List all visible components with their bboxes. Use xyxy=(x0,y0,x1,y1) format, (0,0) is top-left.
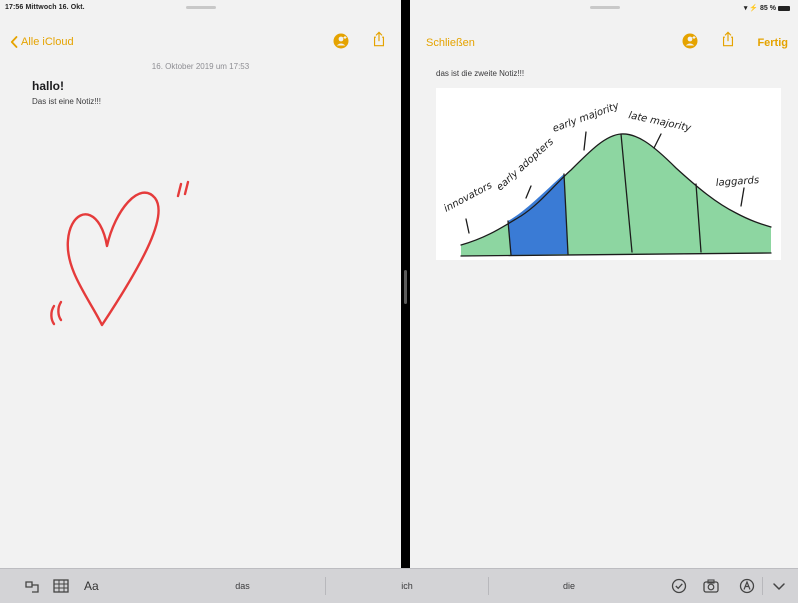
label-early-majority: early majority xyxy=(551,100,621,135)
add-person-icon[interactable] xyxy=(682,33,698,49)
chevron-left-icon xyxy=(10,36,18,48)
right-pane-grabber[interactable] xyxy=(590,6,620,9)
status-indicators: ▾ ⚡ 85 % xyxy=(744,4,790,12)
split-view-divider[interactable] xyxy=(401,0,410,568)
pen-icon[interactable] xyxy=(738,578,756,594)
battery-icon xyxy=(778,5,790,11)
camera-icon[interactable] xyxy=(702,578,720,594)
hide-keyboard-icon[interactable] xyxy=(770,578,788,594)
suggestion-3[interactable]: die xyxy=(489,569,649,603)
note-body[interactable]: Das ist eine Notiz!!! xyxy=(32,97,101,106)
label-early-adopters: early adopters xyxy=(495,136,556,193)
right-note-pane: ▾ ⚡ 85 % Schließen Fertig das ist die zw… xyxy=(410,0,798,568)
left-pane-grabber[interactable] xyxy=(186,6,216,9)
close-button[interactable]: Schließen xyxy=(426,37,475,49)
separator xyxy=(762,577,763,595)
label-late-majority: late majority xyxy=(627,110,693,134)
adoption-curve-image[interactable]: innovators early adopters early majority… xyxy=(436,88,781,260)
note-body[interactable]: das ist die zweite Notiz!!! xyxy=(436,69,524,78)
heart-drawing[interactable] xyxy=(40,170,210,335)
note-title[interactable]: hallo! xyxy=(32,79,64,93)
add-person-icon[interactable] xyxy=(333,33,349,49)
left-note-pane: 17:56 Mittwoch 16. Okt. Alle iCloud 16. … xyxy=(0,0,401,568)
divider-handle[interactable] xyxy=(404,270,407,304)
status-time-date: 17:56 Mittwoch 16. Okt. xyxy=(5,4,85,11)
checklist-icon[interactable] xyxy=(23,578,41,594)
suggestion-1[interactable]: das xyxy=(160,569,325,603)
share-icon[interactable] xyxy=(720,31,736,47)
keyboard-shortcut-bar: Aa das ich die xyxy=(0,568,798,603)
suggestion-2[interactable]: ich xyxy=(326,569,488,603)
done-button[interactable]: Fertig xyxy=(757,37,788,49)
markup-icon[interactable] xyxy=(670,578,688,594)
label-innovators: innovators xyxy=(442,180,494,215)
back-button[interactable]: Alle iCloud xyxy=(10,36,74,48)
back-button-label: Alle iCloud xyxy=(21,36,74,48)
format-button[interactable]: Aa xyxy=(84,579,99,595)
label-laggards: laggards xyxy=(715,175,759,189)
share-icon[interactable] xyxy=(371,31,387,47)
status-indicators-text: ▾ ⚡ 85 % xyxy=(743,5,776,12)
note-date: 16. Oktober 2019 um 17:53 xyxy=(151,62,250,71)
table-icon[interactable] xyxy=(52,578,70,594)
